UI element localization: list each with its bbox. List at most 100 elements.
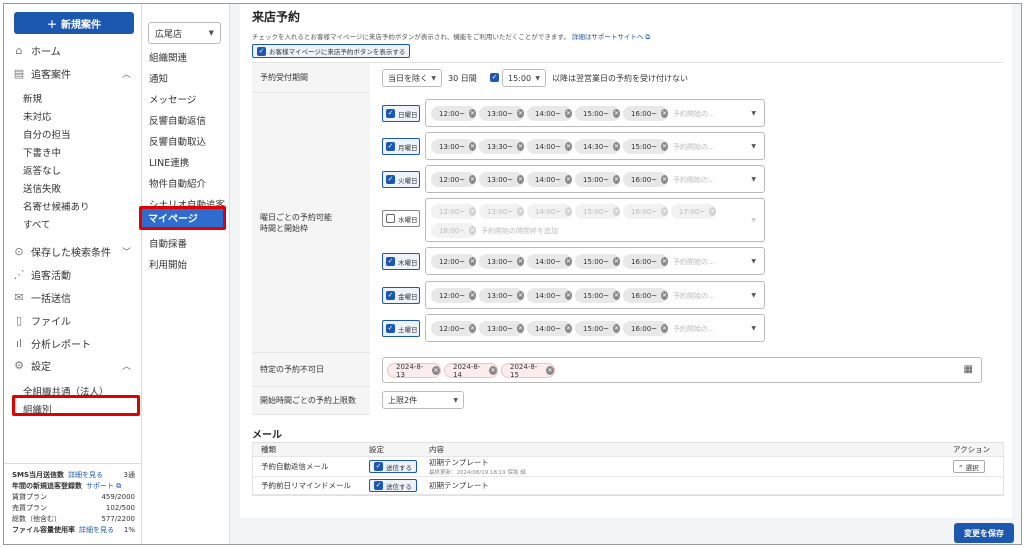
day-checkbox-tue[interactable]: ✓ 火曜日 bbox=[382, 171, 420, 188]
caret-down-icon: ▼ bbox=[751, 110, 756, 117]
file-detail-link[interactable]: 詳細を見る bbox=[79, 526, 114, 534]
nav-activity[interactable]: ⋰ 追客活動 bbox=[13, 267, 131, 282]
calendar-icon[interactable]: ▦ bbox=[964, 364, 973, 375]
slot-box-sat[interactable]: 12:00~ ✕ 13:00~ ✕ 14:00~ ✕ 15:00~ ✕ 16:00~ ✕ … bbox=[425, 314, 765, 342]
send-checkbox[interactable]: ✓ 送信する bbox=[369, 479, 417, 492]
menu-message[interactable]: メッセージ bbox=[149, 92, 196, 106]
nav-settings[interactable]: ⚙ 設定 ︿ bbox=[13, 358, 131, 373]
menu-numbering[interactable]: 自動採番 bbox=[149, 236, 187, 250]
nav-case-failed[interactable]: 送信失敗 bbox=[23, 181, 61, 195]
nav-report[interactable]: ıl 分析レポート bbox=[13, 336, 131, 351]
nav-home[interactable]: ⌂ ホーム bbox=[13, 43, 131, 58]
sms-detail-link[interactable]: 詳細を見る bbox=[68, 471, 103, 479]
menu-start[interactable]: 利用開始 bbox=[149, 257, 187, 271]
date-chip[interactable]: 2024-8-15 ✕ bbox=[501, 363, 555, 379]
menu-auto-import[interactable]: 反響自動取込 bbox=[149, 134, 206, 148]
slot-chip[interactable]: 12:00~ ✕ bbox=[431, 172, 476, 187]
slot-chip[interactable]: 12:00~ ✕ bbox=[431, 321, 476, 336]
select-template-button[interactable]: ⌕ 選択 bbox=[953, 460, 985, 473]
nav-bulk-send[interactable]: ✉ 一括送信 bbox=[13, 290, 131, 305]
menu-org[interactable]: 組織関連 bbox=[149, 50, 187, 64]
nav-case-new[interactable]: 新規 bbox=[23, 91, 42, 105]
slot-chip[interactable]: 14:00~ ✕ bbox=[527, 172, 572, 187]
slot-box-mon[interactable]: 13:00~ ✕ 13:30~ ✕ 14:00~ ✕ 14:30~ ✕ 15:00~ ✕ … bbox=[425, 132, 765, 160]
slot-box-sun[interactable]: 12:00~ ✕ 13:00~ ✕ 14:00~ ✕ 15:00~ ✕ 16:00~ ✕ … bbox=[425, 99, 765, 127]
date-chip[interactable]: 2024-8-13 ✕ bbox=[387, 363, 441, 379]
close-icon: ✕ bbox=[661, 291, 668, 300]
chevron-up-icon: ︿ bbox=[121, 70, 131, 80]
slot-chip[interactable]: 13:00~ ✕ bbox=[479, 321, 524, 336]
slot-chip[interactable]: 12:00~ ✕ bbox=[431, 106, 476, 121]
nav-file[interactable]: ▯ ファイル bbox=[13, 313, 131, 328]
day-checkbox-sun[interactable]: ✓ 日曜日 bbox=[382, 105, 420, 122]
slot-chip[interactable]: 13:00~ ✕ bbox=[479, 106, 524, 121]
slot-chip[interactable]: 12:00~ ✕ bbox=[431, 254, 476, 269]
caret-down-icon: ▼ bbox=[535, 74, 540, 82]
time-limit-checkbox[interactable]: ✓ bbox=[490, 73, 499, 82]
nav-cases[interactable]: ▤ 追客案件 ︿ bbox=[13, 66, 131, 81]
store-select[interactable]: 広尾店 ▼ bbox=[148, 22, 221, 44]
slot-box-fri[interactable]: 12:00~ ✕ 13:00~ ✕ 14:00~ ✕ 15:00~ ✕ 16:00~ ✕ … bbox=[425, 281, 765, 309]
nav-case-noreply[interactable]: 返答なし bbox=[23, 163, 61, 177]
slot-chip[interactable]: 13:00~ ✕ bbox=[479, 254, 524, 269]
slot-chip[interactable]: 15:00~ ✕ bbox=[575, 321, 620, 336]
slot-chip[interactable]: 13:00~ ✕ bbox=[479, 288, 524, 303]
time-select[interactable]: 15:00 ▼ bbox=[502, 69, 546, 87]
day-checkbox-mon[interactable]: ✓ 月曜日 bbox=[382, 138, 420, 155]
support-link[interactable]: サポート ⧉ bbox=[86, 482, 121, 490]
highlight-org-box bbox=[12, 395, 140, 416]
show-reservation-checkbox[interactable]: ✓ お客様マイページに来店予約ボタンを表示する bbox=[252, 44, 411, 58]
limit-select[interactable]: 上限2件 ▼ bbox=[382, 391, 464, 409]
slot-chip[interactable]: 13:30~ ✕ bbox=[479, 139, 524, 154]
menu-notice[interactable]: 通知 bbox=[149, 71, 168, 85]
day-checkbox-fri[interactable]: ✓ 金曜日 bbox=[382, 287, 420, 304]
slot-chip[interactable]: 14:00~ ✕ bbox=[527, 106, 572, 121]
day-checkbox-thu[interactable]: ✓ 木曜日 bbox=[382, 253, 420, 270]
slot-chip[interactable]: 15:00~ ✕ bbox=[575, 106, 620, 121]
send-checkbox[interactable]: ✓ 送信する bbox=[369, 460, 417, 473]
close-icon: ✕ bbox=[565, 142, 572, 151]
slot-chip[interactable]: 15:00~ ✕ bbox=[623, 139, 668, 154]
slot-chip[interactable]: 16:00~ ✕ bbox=[623, 172, 668, 187]
slot-chip[interactable]: 13:00~ ✕ bbox=[431, 139, 476, 154]
close-icon: ✕ bbox=[517, 175, 524, 184]
menu-auto-reply[interactable]: 反響自動返信 bbox=[149, 113, 206, 127]
slot-chip[interactable]: 14:00~ ✕ bbox=[527, 139, 572, 154]
slot-box-thu[interactable]: 12:00~ ✕ 13:00~ ✕ 14:00~ ✕ 15:00~ ✕ 16:00~ ✕ … bbox=[425, 247, 765, 275]
close-icon: ✕ bbox=[517, 207, 524, 216]
slot-chip[interactable]: 15:00~ ✕ bbox=[575, 254, 620, 269]
nav-case-dedupe[interactable]: 名寄せ候補あり bbox=[23, 199, 90, 213]
table-row: 予約前日リマインドメール ✓ 送信する 初期テンプレート bbox=[253, 477, 1003, 495]
slot-chip[interactable]: 14:00~ ✕ bbox=[527, 254, 572, 269]
day-checkbox-wed[interactable]: 水曜日 bbox=[382, 210, 420, 227]
nav-case-all[interactable]: すべて bbox=[23, 217, 50, 231]
day-checkbox-sat[interactable]: ✓ 土曜日 bbox=[382, 320, 420, 337]
slot-chip[interactable]: 12:00~ ✕ bbox=[431, 288, 476, 303]
slot-chip[interactable]: 16:00~ ✕ bbox=[623, 288, 668, 303]
slot-chip[interactable]: 14:30~ ✕ bbox=[575, 139, 620, 154]
slot-chip[interactable]: 15:00~ ✕ bbox=[575, 288, 620, 303]
nav-case-draft[interactable]: 下書き中 bbox=[23, 145, 61, 159]
slot-chip[interactable]: 15:00~ ✕ bbox=[575, 172, 620, 187]
slot-chip[interactable]: 16:00~ ✕ bbox=[623, 321, 668, 336]
nav-case-unhandled[interactable]: 未対応 bbox=[23, 109, 52, 123]
date-chip[interactable]: 2024-8-14 ✕ bbox=[444, 363, 498, 379]
nav-case-mine[interactable]: 自分の担当 bbox=[23, 127, 71, 141]
slot-chip[interactable]: 13:00~ ✕ bbox=[479, 172, 524, 187]
save-button[interactable]: 変更を保存 bbox=[954, 523, 1014, 543]
new-case-button[interactable]: ＋ 新規案件 bbox=[14, 12, 134, 34]
today-select[interactable]: 当日を除く ▼ bbox=[382, 69, 442, 87]
close-icon: ✕ bbox=[565, 291, 572, 300]
slot-chip[interactable]: 14:00~ ✕ bbox=[527, 321, 572, 336]
slot-chip[interactable]: 14:00~ ✕ bbox=[527, 288, 572, 303]
slot-box-tue[interactable]: 12:00~ ✕ 13:00~ ✕ 14:00~ ✕ 15:00~ ✕ 16:00~ ✕ … bbox=[425, 165, 765, 193]
slot-box-wed[interactable]: 12:00~ ✕ 13:00~ ✕ 14:00~ ✕ 15:00~ ✕ 16:00~ ✕ … bbox=[425, 198, 765, 242]
menu-property[interactable]: 物件自動紹介 bbox=[149, 176, 206, 190]
menu-line[interactable]: LINE連携 bbox=[149, 155, 189, 169]
nav-saved-search[interactable]: ⊙ 保存した検索条件 ﹀ bbox=[13, 244, 131, 259]
blackout-date-input[interactable]: 2024-8-13 ✕ 2024-8-14 ✕ 2024-8-15 ✕ ▦ bbox=[382, 357, 982, 383]
slot-chip[interactable]: 16:00~ ✕ bbox=[623, 106, 668, 121]
support-site-link[interactable]: 詳細はサポートサイトへ ⧉ bbox=[572, 33, 650, 41]
slot-chip[interactable]: 16:00~ ✕ bbox=[623, 254, 668, 269]
close-icon: ✕ bbox=[489, 366, 497, 375]
